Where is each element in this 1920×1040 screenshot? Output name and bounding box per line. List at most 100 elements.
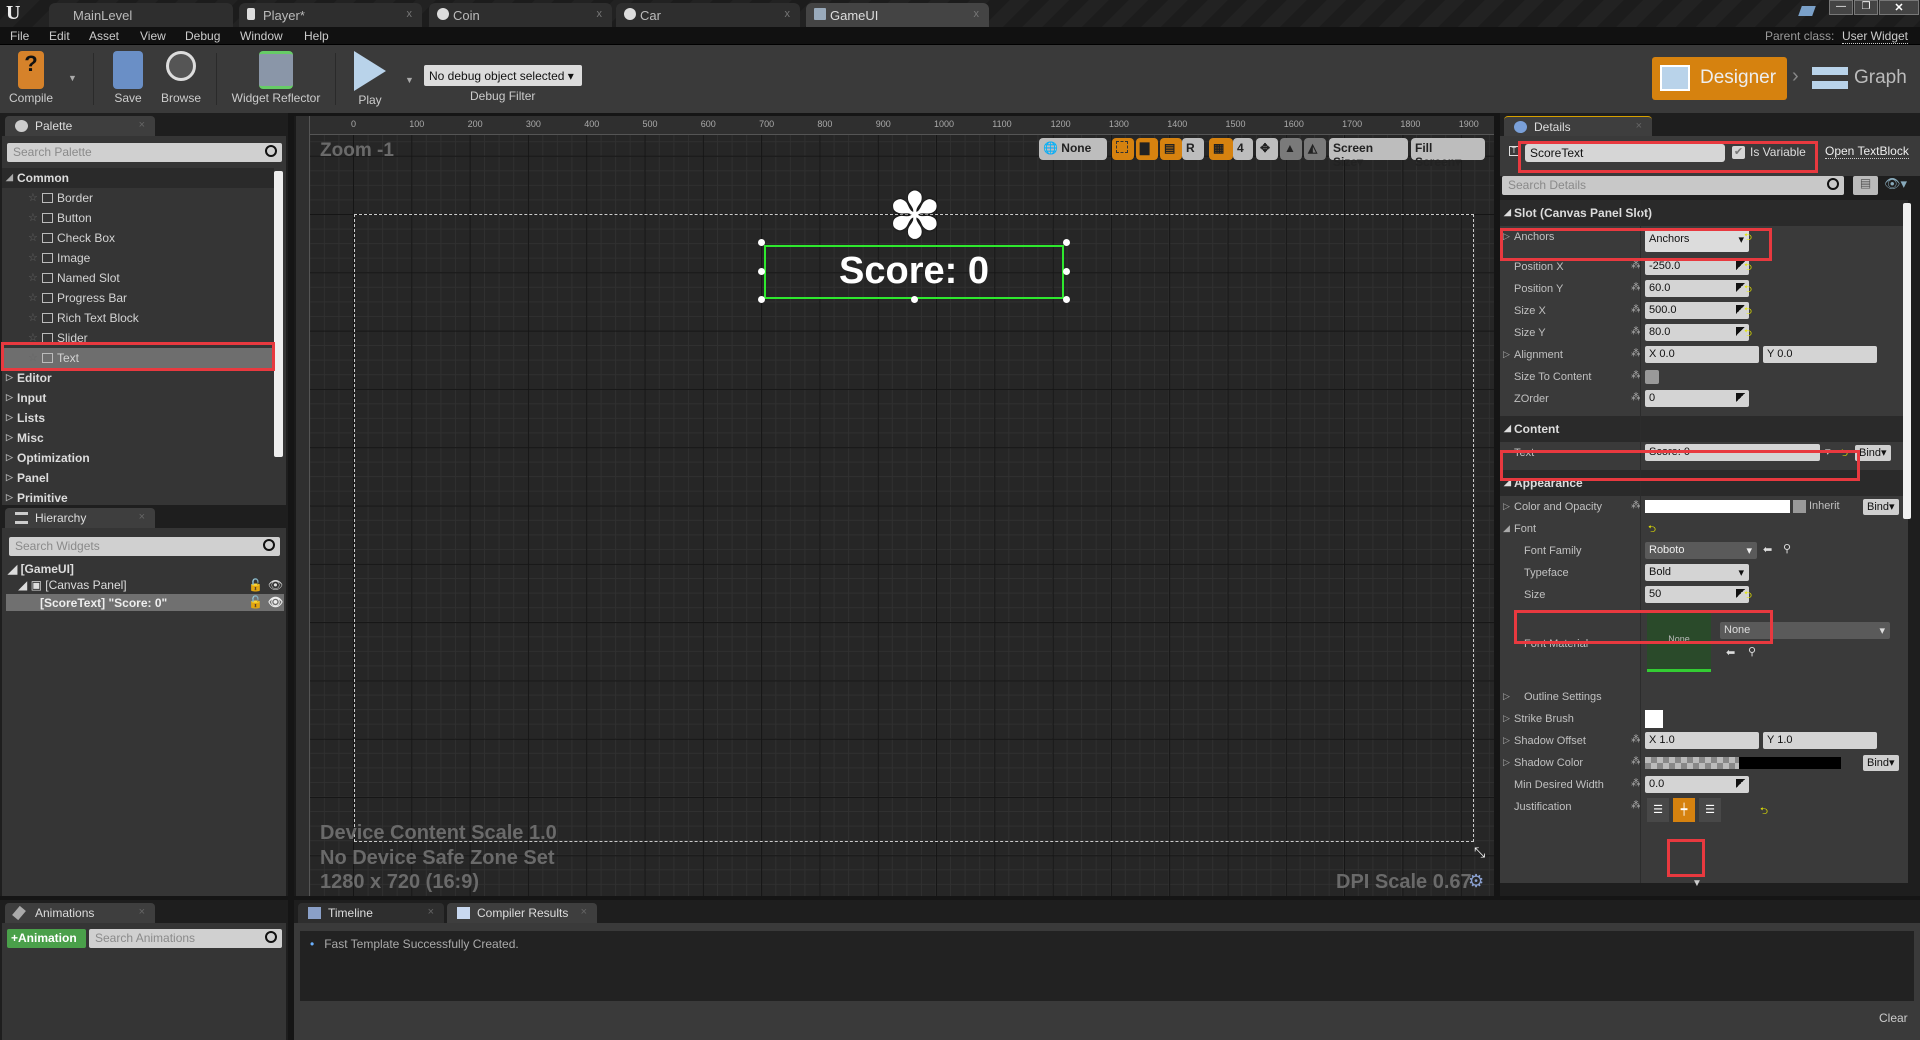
lock-toggle[interactable]: ▇ bbox=[1136, 138, 1158, 160]
favorite-star-icon[interactable]: ☆ bbox=[28, 291, 38, 304]
hierarchy-search-input[interactable]: Search Widgets bbox=[9, 537, 280, 556]
expand-arrow-icon[interactable]: ▷ bbox=[1503, 349, 1510, 360]
menu-edit[interactable]: Edit bbox=[49, 29, 70, 43]
expand-arrow-icon[interactable]: ▷ bbox=[1503, 735, 1510, 746]
palette-tab[interactable]: Palette × bbox=[5, 116, 155, 136]
respect-locks-toggle[interactable]: ▤ bbox=[1160, 138, 1182, 160]
reset-to-default-icon[interactable]: ⮌ bbox=[1744, 588, 1752, 605]
expand-arrow-icon[interactable]: ▷ bbox=[1503, 231, 1510, 242]
resize-handle[interactable] bbox=[1063, 268, 1070, 275]
close-icon[interactable]: x bbox=[785, 8, 791, 20]
close-icon[interactable]: x bbox=[974, 8, 980, 20]
palette-category-lists[interactable]: ▷ Lists bbox=[2, 408, 274, 428]
palette-item-progress-bar[interactable]: ☆ Progress Bar bbox=[2, 288, 274, 308]
palette-item-border[interactable]: ☆ Border bbox=[2, 188, 274, 208]
use-selected-arrow-icon[interactable]: ⬅ bbox=[1726, 646, 1735, 659]
details-tab[interactable]: Details × bbox=[1504, 116, 1652, 136]
tree-item-canvas-panel[interactable]: ◢ ▣ [Canvas Panel] 🔓 👁 bbox=[18, 578, 284, 592]
alignment-y-input[interactable]: Y 0.0 bbox=[1763, 346, 1877, 363]
save-button[interactable]: Save bbox=[108, 51, 148, 105]
r-toggle[interactable]: R bbox=[1182, 138, 1204, 160]
font-family-dropdown[interactable]: Roboto ▾ bbox=[1645, 542, 1757, 559]
reset-to-default-icon[interactable]: ⮌ bbox=[1648, 522, 1656, 539]
designer-mode-button[interactable]: Designer bbox=[1652, 57, 1787, 100]
expand-arrow-icon[interactable]: ▷ bbox=[1503, 691, 1510, 702]
section-content[interactable]: ◢ Content bbox=[1500, 416, 1908, 442]
tab-coin[interactable]: Coin x bbox=[429, 3, 612, 27]
reset-to-default-icon[interactable]: ⮌ bbox=[1744, 260, 1752, 277]
fill-screen-dropdown[interactable]: Fill Screen▾ bbox=[1411, 138, 1485, 169]
play-button[interactable]: Play bbox=[350, 51, 390, 107]
alignment-x-input[interactable]: X 0.0 bbox=[1645, 346, 1759, 363]
flip-toggle[interactable]: ◭ bbox=[1304, 138, 1326, 160]
palette-category-input[interactable]: ▷ Input bbox=[2, 388, 274, 408]
animations-search-input[interactable]: Search Animations bbox=[89, 929, 282, 948]
property-matrix-button[interactable]: ▤ bbox=[1853, 176, 1878, 195]
grid-snap-value[interactable]: 4 bbox=[1233, 138, 1253, 160]
close-icon[interactable]: x bbox=[597, 8, 603, 20]
expand-arrow-icon[interactable]: ▷ bbox=[1503, 757, 1510, 768]
favorite-star-icon[interactable]: ☆ bbox=[28, 231, 38, 244]
localization-preview-button[interactable]: 🌐 None bbox=[1039, 138, 1107, 160]
palette-item-image[interactable]: ☆ Image bbox=[2, 248, 274, 268]
lock-icon[interactable]: 🔓 bbox=[248, 578, 263, 592]
browse-search-icon[interactable]: ⚲ bbox=[1783, 542, 1791, 555]
close-icon[interactable]: × bbox=[581, 906, 587, 918]
resize-handle[interactable] bbox=[911, 296, 918, 303]
justify-right-button[interactable]: ☰ bbox=[1699, 798, 1721, 822]
play-options-dropdown[interactable]: ▼ bbox=[405, 75, 414, 85]
favorite-star-icon[interactable]: ☆ bbox=[28, 251, 38, 264]
shadow-offset-x-input[interactable]: X 1.0 bbox=[1645, 732, 1759, 749]
zorder-input[interactable]: 0 bbox=[1645, 390, 1749, 407]
favorite-star-icon[interactable]: ☆ bbox=[28, 191, 38, 204]
palette-scrollbar[interactable] bbox=[274, 171, 283, 457]
tab-timeline[interactable]: Timeline × bbox=[298, 903, 444, 923]
palette-category-optimization[interactable]: ▷ Optimization bbox=[2, 448, 274, 468]
size-y-input[interactable]: 80.0 bbox=[1645, 324, 1749, 341]
graph-mode-button[interactable]: Graph bbox=[1810, 57, 1910, 100]
close-icon[interactable]: × bbox=[139, 119, 145, 131]
widget-reflector-button[interactable]: Widget Reflector bbox=[228, 51, 324, 105]
compile-options-dropdown[interactable]: ▼ bbox=[68, 73, 77, 83]
browse-search-icon[interactable]: ⚲ bbox=[1748, 645, 1756, 658]
strike-brush-swatch[interactable] bbox=[1645, 710, 1663, 728]
anchors-dropdown[interactable]: Anchors ▾ bbox=[1645, 228, 1749, 252]
text-input[interactable]: Score: 0 bbox=[1645, 444, 1820, 461]
reset-to-default-icon[interactable]: ⮌ bbox=[1744, 230, 1752, 247]
learn-icon[interactable] bbox=[1798, 6, 1816, 16]
shadow-color-swatch[interactable] bbox=[1645, 757, 1841, 769]
menu-view[interactable]: View bbox=[140, 29, 166, 43]
justify-center-button[interactable]: ┿ bbox=[1673, 798, 1695, 822]
position-x-input[interactable]: -250.0 bbox=[1645, 258, 1749, 275]
resize-handle[interactable] bbox=[758, 296, 765, 303]
close-icon[interactable]: × bbox=[1636, 120, 1642, 132]
zoom-to-fit-button[interactable]: ✥ bbox=[1256, 138, 1278, 160]
typeface-dropdown[interactable]: Bold ▾ bbox=[1645, 564, 1749, 581]
hierarchy-tab[interactable]: Hierarchy × bbox=[5, 508, 155, 528]
text-options-dropdown[interactable]: ▾ bbox=[1825, 445, 1831, 458]
close-icon[interactable]: × bbox=[139, 906, 145, 918]
background-toggle[interactable]: ▲ bbox=[1280, 138, 1302, 160]
collapse-arrow-icon[interactable]: ◢ bbox=[1503, 523, 1510, 534]
favorite-star-icon[interactable]: ☆ bbox=[28, 331, 38, 344]
browse-button[interactable]: Browse bbox=[158, 51, 204, 105]
favorite-star-icon[interactable]: ☆ bbox=[28, 211, 38, 224]
widget-name-input[interactable]: ScoreText bbox=[1525, 144, 1725, 162]
size-input[interactable]: 50 bbox=[1645, 586, 1749, 603]
clear-button[interactable]: Clear bbox=[1879, 1011, 1908, 1025]
palette-category-common[interactable]: ◢ Common bbox=[2, 168, 274, 188]
animations-tab[interactable]: Animations × bbox=[5, 903, 155, 923]
restore-button[interactable]: ❐ bbox=[1854, 0, 1878, 15]
min-desired-width-input[interactable]: 0.0 bbox=[1645, 776, 1749, 793]
tab-mainlevel[interactable]: MainLevel bbox=[49, 3, 233, 27]
anchor-icon[interactable]: ✽ bbox=[888, 184, 942, 248]
shadow-offset-y-input[interactable]: Y 1.0 bbox=[1763, 732, 1877, 749]
section-slot[interactable]: ◢ Slot (Canvas Panel Slot) bbox=[1500, 200, 1908, 226]
bind-button[interactable]: Bind▾ bbox=[1863, 755, 1899, 771]
resize-handle[interactable] bbox=[1063, 239, 1070, 246]
bind-button[interactable]: Bind▾ bbox=[1863, 499, 1899, 515]
resize-handle[interactable] bbox=[758, 239, 765, 246]
reset-to-default-icon[interactable]: ⮌ bbox=[1744, 326, 1752, 343]
compile-button[interactable]: ? Compile bbox=[8, 51, 54, 105]
tab-compiler-results[interactable]: Compiler Results × bbox=[447, 903, 597, 923]
